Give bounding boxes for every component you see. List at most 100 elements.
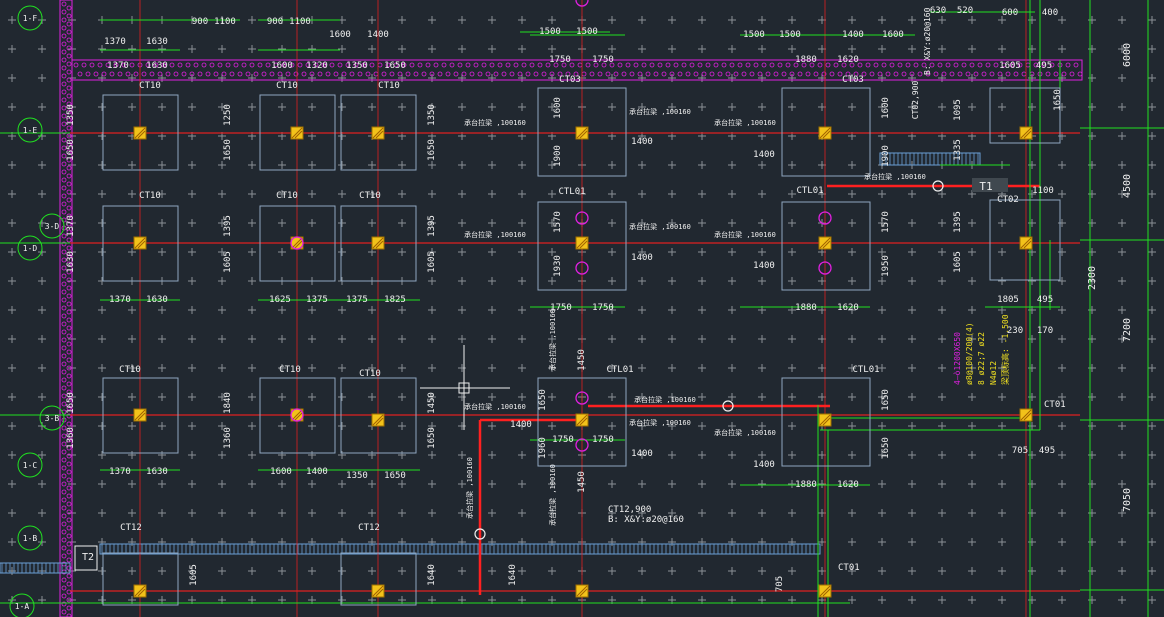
beam-label-vertical: 承台拉梁 ,100160 [465, 457, 474, 519]
dimension-text: 1825 [384, 295, 406, 305]
dimension-text: 1805 [997, 295, 1019, 305]
dimension-text: 1620 [837, 303, 859, 313]
beam-annotation: N4ø12 [989, 361, 998, 385]
axis-label-3-d: 3-D [45, 222, 60, 231]
dimension-text-vertical: 1840 [223, 392, 233, 414]
dimension-text-vertical: 1360 [66, 427, 76, 449]
dimension-text: 1350 [346, 61, 368, 71]
pile-cap-label-ctl01: CTL01 [796, 186, 823, 196]
dimension-text: 1630 [146, 61, 168, 71]
pile-cap-label-ct10: CT10 [139, 81, 161, 91]
dimension-text-vertical: 1570 [881, 211, 891, 233]
beam-annotation: 4—ò1200X650 [952, 332, 962, 385]
dimension-text-vertical: 1630 [66, 251, 76, 273]
dimension-text: 400 [1042, 8, 1058, 18]
dimension-text-vertical: 1395 [427, 215, 437, 237]
axis-label-1-c: 1-C [23, 461, 38, 470]
beam-annotation: 8 ø22;7 ø22 [977, 332, 986, 385]
beam-annotation: 梁顶标高: -1.500 [1000, 314, 1010, 385]
pile-cap-label-ctl01: CTL01 [606, 365, 633, 375]
dimension-text: 1370 [104, 37, 126, 47]
dimension-text: 1600 [271, 61, 293, 71]
dimension-text-vertical: 1395 [223, 215, 233, 237]
axis-label-1-e: 1-E [23, 126, 38, 135]
dimension-text-vertical: 1370 [66, 215, 76, 237]
dimension-text-vertical: 1095 [953, 99, 963, 121]
dimension-text-vertical: 1395 [953, 211, 963, 233]
pile-cap-label-ct10: CT10 [276, 191, 298, 201]
dimension-text-vertical: 1360 [223, 427, 233, 449]
dimension-text: 1500 [539, 27, 561, 37]
beam-label: 承台拉梁 ,100160 [714, 230, 776, 239]
dimension-text: 1600 [882, 30, 904, 40]
dimension-text: 1370 [109, 295, 131, 305]
pile-cap-label-ct10: CT10 [378, 81, 400, 91]
dimension-text: 1400 [631, 137, 653, 147]
beam-label: 承台拉梁 ,100160 [464, 230, 526, 239]
dimension-text-vertical: 1605 [953, 251, 963, 273]
dimension-text: 1750 [592, 435, 614, 445]
dimension-text: 1400 [510, 420, 532, 430]
dimension-text-vertical: 1605 [427, 251, 437, 273]
dimension-text-vertical: 1650 [427, 139, 437, 161]
dimension-text-vertical: 1960 [538, 437, 548, 459]
pile-cap-spec: B: X&Y:ø20@160 [923, 7, 932, 75]
dimension-text: 705 [1012, 446, 1028, 456]
dimension-text: 1650 [384, 61, 406, 71]
dimension-text: 1375 [306, 295, 328, 305]
dimension-text: 1600 [329, 30, 351, 40]
dimension-text: 1620 [837, 55, 859, 65]
pile-cap-label-ctl01: CTL01 [558, 187, 585, 197]
side-dimension-text: 4500 [1122, 174, 1133, 198]
dimension-text: 1375 [346, 295, 368, 305]
pile-cap-label-ct10: CT10 [359, 369, 381, 379]
dimension-text: 1400 [753, 150, 775, 160]
dimension-text: 1400 [367, 30, 389, 40]
cad-drawing-canvas[interactable]: CT10 CT10 CT10 CT10 CT10 CT10 CT10 CT10 CT10 CT03… [0, 0, 1164, 617]
dimension-text-vertical: 1250 [223, 104, 233, 126]
dimension-text-vertical: 1350 [427, 104, 437, 126]
dimension-text: 1500 [743, 30, 765, 40]
beam-label: 承台拉梁 ,100160 [629, 107, 691, 116]
pile-cap-label-ct01: CT01 [1044, 400, 1066, 410]
dimension-text-vertical: 1640 [427, 564, 437, 586]
dimension-text-vertical: 1640 [508, 564, 518, 586]
dimension-text-vertical: 1950 [881, 255, 891, 277]
beam-label: 承台拉梁 ,100160 [629, 222, 691, 231]
dimension-text-vertical: 705 [775, 576, 785, 592]
dimension-text: 1650 [384, 471, 406, 481]
beam-label: 承台拉梁 ,100160 [464, 118, 526, 127]
pile-cap-label-ct03: CT03 [842, 75, 864, 85]
dimension-text-vertical: 1900 [553, 145, 563, 167]
dimension-text: 1370 [107, 61, 129, 71]
dimension-text: 1100 [1032, 186, 1054, 196]
pile-cap-label-ct10: CT10 [119, 365, 141, 375]
pile-cap-label-ct01: CT01 [838, 563, 860, 573]
beam-label: 承台拉梁 ,100160 [864, 172, 926, 181]
beam-label-vertical: 承台拉梁 ,100160 [548, 309, 557, 371]
pile-cap-label-ct10: CT10 [276, 81, 298, 91]
dimension-text: 1600 [270, 467, 292, 477]
side-dimension-text: 6000 [1122, 43, 1133, 67]
axis-label-3-b: 3-B [45, 414, 60, 423]
dimension-text: 1400 [631, 253, 653, 263]
dimension-text: 520 [957, 6, 973, 16]
beam-label: 承台拉梁 ,100160 [714, 428, 776, 437]
dimension-text: 1400 [842, 30, 864, 40]
pile-cap-label-ct02: CT02 [997, 195, 1019, 205]
pile-cap-label-ct12: CT12 [358, 523, 380, 533]
dimension-text-vertical: 1450 [427, 392, 437, 414]
dimension-text-vertical: 1600 [881, 97, 891, 119]
dimension-text-vertical: 1650 [66, 139, 76, 161]
dimension-text: 1605 [999, 61, 1021, 71]
dimension-text: 1625 [269, 295, 291, 305]
dimension-text: 1880 [795, 303, 817, 313]
dimension-text: 900 [267, 17, 283, 27]
beam-label: 承台拉梁 ,100160 [634, 395, 696, 404]
dimension-text: 1750 [592, 55, 614, 65]
dimension-text-vertical: 1450 [577, 349, 587, 371]
dimension-text: 1400 [306, 467, 328, 477]
beam-label: 承台拉梁 ,100160 [714, 118, 776, 127]
dimension-text: 1320 [306, 61, 328, 71]
dimension-text: 170 [1037, 326, 1053, 336]
